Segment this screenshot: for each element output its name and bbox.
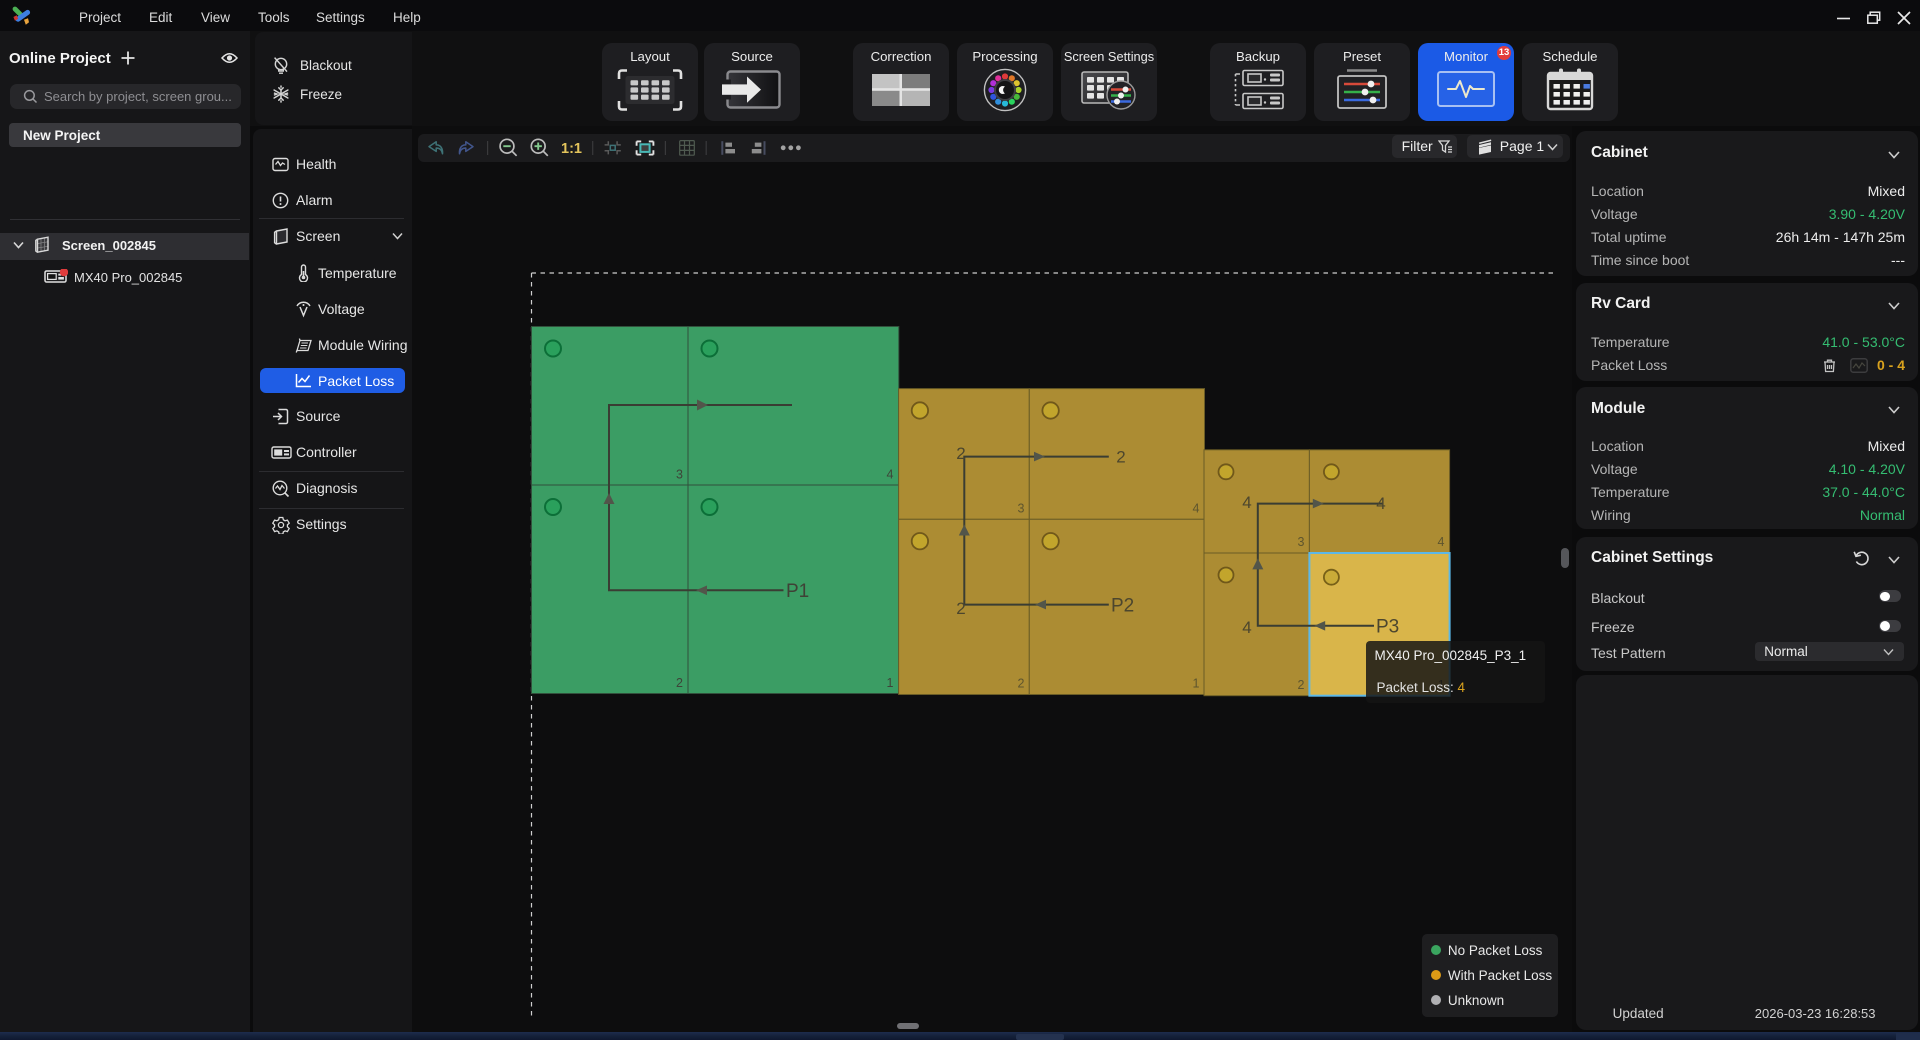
svg-text:2: 2 [1018,677,1025,691]
svg-text:P2: P2 [1111,596,1134,617]
svg-text:4: 4 [887,468,894,482]
svg-text:2: 2 [956,444,965,463]
svg-text:2: 2 [676,676,683,690]
svg-text:3: 3 [1018,502,1025,516]
svg-text:P1: P1 [786,581,809,602]
svg-text:2: 2 [1298,678,1305,692]
svg-text:2: 2 [1116,448,1125,467]
svg-text:3: 3 [1298,535,1305,549]
svg-text:2: 2 [956,599,965,618]
svg-text:4: 4 [1242,493,1251,512]
svg-text:4: 4 [1438,535,1445,549]
svg-text:4: 4 [1193,502,1200,516]
svg-text:3: 3 [676,468,683,482]
svg-text:4: 4 [1376,494,1385,513]
svg-text:1: 1 [887,676,894,690]
svg-text:1: 1 [1193,677,1200,691]
svg-text:4: 4 [1242,618,1251,637]
svg-text:P3: P3 [1376,617,1399,638]
